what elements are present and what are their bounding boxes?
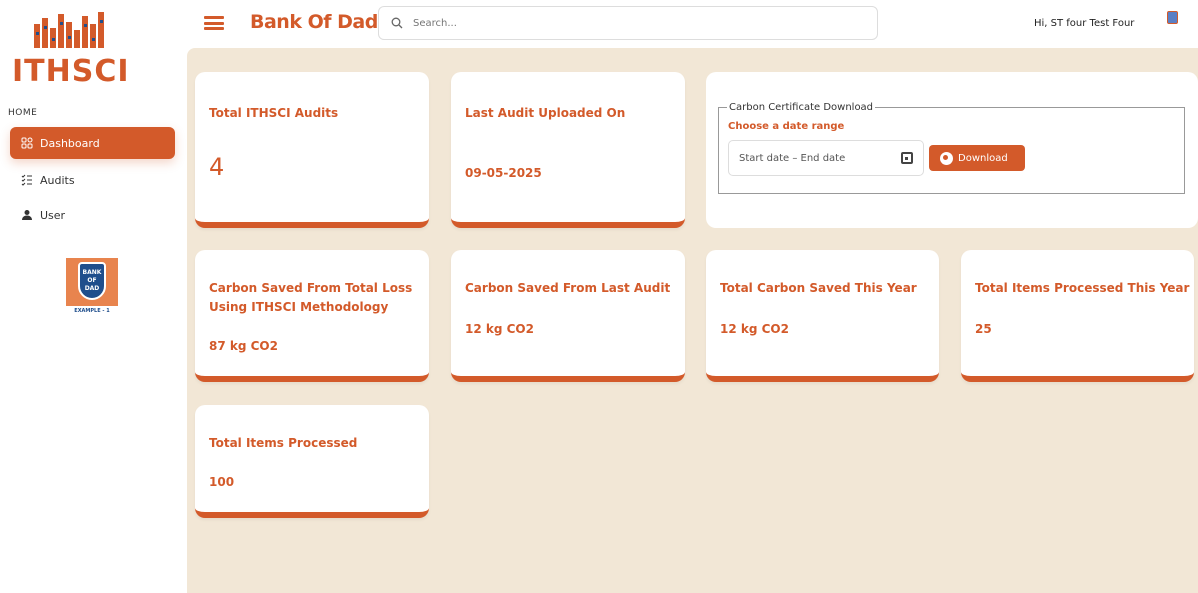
dashboard-content: Total ITHSCI Audits 4 Last Audit Uploade… [187,48,1198,593]
search-icon [391,17,403,29]
date-range-input[interactable]: Start date – End date [728,140,924,176]
sidebar-item-label: Dashboard [40,136,100,150]
download-button[interactable]: Download [929,145,1025,171]
person-icon [20,208,34,222]
certificate-download-panel: Carbon Certificate Download Choose a dat… [706,72,1198,228]
page-title: Bank Of Dad 1 [250,11,397,33]
card-title: Total Items Processed This Year [975,281,1190,295]
grid-icon [20,136,34,150]
card-value: 09-05-2025 [465,166,542,180]
download-label: Download [958,152,1008,164]
search-bar[interactable] [378,6,878,40]
logo-text: ITHSCI [12,54,130,89]
card-carbon-total-loss: Carbon Saved From Total Loss Using ITHSC… [195,250,429,382]
globe-icon [940,151,953,165]
card-value: 87 kg CO2 [209,339,278,353]
top-bar: Bank Of Dad 1 Hi, ST four Test Four [187,0,1198,48]
card-carbon-this-year: Total Carbon Saved This Year 12 kg CO2 [706,250,939,382]
bank-of-dad-shield-icon: BANK OF DAD [78,262,106,300]
user-greeting: Hi, ST four Test Four [1034,18,1135,29]
card-title: Total ITHSCI Audits [209,106,339,120]
card-items-this-year: Total Items Processed This Year 25 [961,250,1194,382]
ithsci-logo[interactable]: ITHSCI [12,8,130,90]
card-value: 4 [209,153,225,181]
card-carbon-last-audit: Carbon Saved From Last Audit 12 kg CO2 [451,250,685,382]
certificate-legend: Carbon Certificate Download [729,102,874,113]
sidebar-item-label: User [40,208,66,222]
ithsci-building-icon [34,12,104,48]
date-range-placeholder: Start date – End date [739,152,846,164]
card-title-line2: Using ITHSCI Methodology [209,300,389,314]
card-value: 12 kg CO2 [720,322,789,336]
sidebar-item-user[interactable]: User [10,199,175,231]
card-last-audit: Last Audit Uploaded On 09-05-2025 [451,72,685,228]
sidebar: ITHSCI HOME Dashboard Audits User BANK OF… [0,0,187,593]
card-items-total: Total Items Processed 100 [195,405,429,518]
search-input[interactable] [413,17,853,29]
card-title: Last Audit Uploaded On [465,106,626,120]
avatar[interactable] [1167,11,1178,24]
checklist-icon [20,173,34,187]
card-value: 12 kg CO2 [465,322,534,336]
card-title: Total Carbon Saved This Year [720,281,917,295]
partner-logo-box: BANK OF DAD [66,258,118,306]
nav-heading: HOME [8,108,38,118]
partner-caption: EXAMPLE - 1 [74,308,110,314]
partner-logo: BANK OF DAD EXAMPLE - 1 [66,258,120,320]
card-title: Total Items Processed [209,436,358,450]
card-total-audits: Total ITHSCI Audits 4 [195,72,429,228]
sidebar-item-label: Audits [40,173,75,187]
card-value: 25 [975,322,992,336]
card-value: 100 [209,475,235,489]
card-title-line1: Carbon Saved From Total Loss [209,281,413,295]
date-range-label: Choose a date range [728,121,845,132]
hamburger-icon[interactable] [204,16,224,30]
card-title: Carbon Saved From Last Audit [465,281,671,295]
sidebar-item-dashboard[interactable]: Dashboard [10,127,175,159]
app: ITHSCI HOME Dashboard Audits User BANK OF… [0,0,1198,593]
sidebar-item-audits[interactable]: Audits [10,164,175,196]
calendar-icon[interactable] [901,152,913,164]
